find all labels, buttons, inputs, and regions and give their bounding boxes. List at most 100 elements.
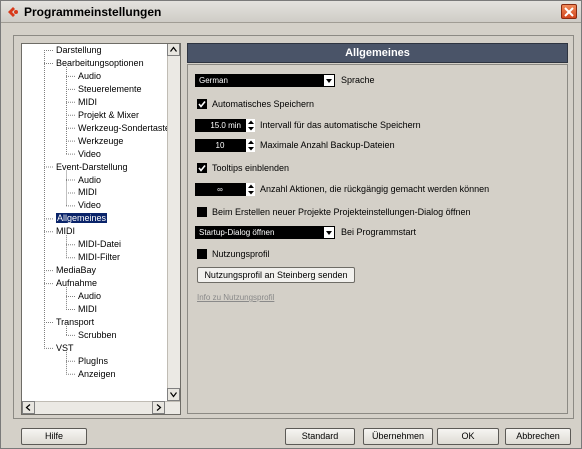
- usage-profile-checkbox[interactable]: [197, 249, 207, 259]
- tree-item-label: Video: [78, 200, 101, 211]
- tree-item-label: MIDI-Filter: [78, 252, 120, 263]
- tree-item-label: Bearbeitungsoptionen: [56, 57, 144, 68]
- backup-value: 10: [215, 141, 225, 150]
- tree-item[interactable]: PlugIns: [78, 356, 108, 367]
- spin-arrows-icon[interactable]: [245, 139, 255, 152]
- tree-item-label: Scrubben: [78, 329, 117, 340]
- language-select[interactable]: German: [195, 74, 335, 87]
- tree-item[interactable]: Anzeigen: [78, 369, 116, 380]
- spin-arrows-icon[interactable]: [245, 183, 255, 196]
- tree-item[interactable]: Projekt & Mixer: [78, 110, 139, 121]
- tree-item-label: Werkzeuge: [78, 135, 124, 146]
- standard-button[interactable]: Standard: [285, 428, 355, 445]
- tree-item[interactable]: MIDI: [56, 226, 75, 237]
- backup-label: Maximale Anzahl Backup-Dateien: [260, 140, 395, 150]
- tree-item[interactable]: Aufnahme: [56, 278, 97, 289]
- scroll-down-button[interactable]: [167, 388, 180, 401]
- tree-item-label: Aufnahme: [56, 278, 98, 289]
- tooltips-label: Tooltips einblenden: [212, 163, 290, 173]
- usage-profile-info-link[interactable]: Info zu Nutzungsprofil: [197, 293, 274, 302]
- startup-select[interactable]: Startup-Dialog öffnen: [195, 226, 335, 239]
- tree-item[interactable]: MIDI: [78, 97, 97, 108]
- close-icon: [564, 6, 574, 17]
- undo-value: ∞: [217, 185, 223, 194]
- section-title: Allgemeines: [345, 47, 410, 59]
- tree-list: Darstellung Bearbeitungsoptionen Audio Steu…: [22, 44, 168, 399]
- tree-item[interactable]: Transport: [56, 317, 94, 328]
- undo-count-field[interactable]: ∞: [195, 183, 255, 196]
- tree-item-label: MIDI: [78, 304, 97, 314]
- language-label: Sprache: [341, 75, 375, 85]
- interval-value: 15.0 min: [210, 121, 241, 130]
- backup-count-field[interactable]: 10: [195, 139, 255, 152]
- tree-item-label: Anzeigen: [78, 368, 116, 379]
- tree-item[interactable]: Video: [78, 149, 101, 160]
- tree-item[interactable]: MIDI: [78, 304, 97, 315]
- section-header: Allgemeines: [187, 43, 568, 63]
- tree-item[interactable]: Event-Darstellung: [56, 162, 128, 173]
- tree-item-label: MIDI: [56, 226, 75, 237]
- dropdown-arrow-icon: [324, 75, 334, 86]
- tree-item[interactable]: Audio: [78, 175, 101, 186]
- arrow-down-icon: [170, 392, 177, 398]
- preferences-window: Programmeinstellungen Darstellung Bearbei…: [0, 0, 582, 449]
- tree-item-label: Transport: [56, 316, 95, 327]
- project-dialog-label: Beim Erstellen neuer Projekte Projektein…: [212, 207, 471, 217]
- tree-item-label: PlugIns: [78, 355, 109, 366]
- tree-item[interactable]: VST: [56, 343, 74, 354]
- tree-item[interactable]: Allgemeines: [56, 213, 108, 224]
- tree-item[interactable]: Video: [78, 200, 101, 211]
- tree-item-label: Audio: [78, 174, 102, 185]
- undo-label: Anzahl Aktionen, die rückgängig gemacht …: [260, 184, 490, 194]
- tree-item-label: Darstellung: [56, 45, 102, 55]
- tree-horizontal-scrollbar[interactable]: [22, 401, 180, 414]
- tree-item-label: Video: [78, 148, 101, 159]
- arrow-up-icon: [170, 46, 177, 52]
- tree-item[interactable]: Werkzeuge: [78, 136, 123, 147]
- tree-item[interactable]: Bearbeitungsoptionen: [56, 58, 144, 69]
- arrow-left-icon: [25, 404, 31, 411]
- scroll-left-button[interactable]: [22, 401, 35, 414]
- autosave-label: Automatisches Speichern: [212, 99, 315, 109]
- tree-item-label: MIDI: [78, 96, 97, 107]
- checkmark-icon: [198, 165, 206, 172]
- tree-item-label: VST: [56, 342, 74, 353]
- apply-button[interactable]: Übernehmen: [363, 428, 433, 445]
- tree-item[interactable]: MIDI: [78, 187, 97, 198]
- arrow-right-icon: [156, 404, 162, 411]
- tree-item[interactable]: Darstellung: [56, 45, 102, 56]
- spin-arrows-icon[interactable]: [245, 119, 255, 132]
- ok-button[interactable]: OK: [437, 428, 499, 445]
- dropdown-arrow-icon: [324, 227, 334, 238]
- scroll-right-button[interactable]: [152, 401, 165, 414]
- tree-item[interactable]: MIDI-Datei: [78, 239, 121, 250]
- tree-item-label: Allgemeines: [56, 213, 108, 224]
- help-button[interactable]: Hilfe: [21, 428, 87, 445]
- tree-item-label: MediaBay: [56, 265, 97, 276]
- project-dialog-checkbox[interactable]: [197, 207, 207, 217]
- tree-vertical-scrollbar[interactable]: [167, 44, 180, 401]
- startup-label: Bei Programmstart: [341, 227, 417, 237]
- tree-item-label: Audio: [78, 291, 102, 302]
- tree-item-label: Werkzeug-Sondertaste: [78, 122, 168, 133]
- tree-item-label: Event-Darstellung: [56, 161, 128, 172]
- tree-item[interactable]: MediaBay: [56, 265, 96, 276]
- cancel-button[interactable]: Abbrechen: [505, 428, 571, 445]
- tree-item[interactable]: MIDI-Filter: [78, 252, 120, 263]
- tooltips-checkbox[interactable]: [197, 163, 207, 173]
- tree-item[interactable]: Werkzeug-Sondertaste: [78, 123, 168, 134]
- tree-item[interactable]: Audio: [78, 291, 101, 302]
- tree-item[interactable]: Scrubben: [78, 330, 117, 341]
- tree-item[interactable]: Steuerelemente: [78, 84, 142, 95]
- tree-item-label: Steuerelemente: [78, 83, 142, 94]
- tree-item-label: Audio: [78, 70, 102, 81]
- language-value: German: [199, 76, 228, 85]
- title-bar: Programmeinstellungen: [1, 1, 581, 23]
- close-button[interactable]: [561, 4, 577, 19]
- send-usage-profile-button[interactable]: Nutzungsprofil an Steinberg senden: [197, 267, 355, 283]
- autosave-checkbox[interactable]: [197, 99, 207, 109]
- scroll-up-button[interactable]: [167, 44, 180, 56]
- autosave-interval-field[interactable]: 15.0 min: [195, 119, 255, 132]
- tree-item-label: Projekt & Mixer: [78, 109, 140, 120]
- tree-item[interactable]: Audio: [78, 71, 101, 82]
